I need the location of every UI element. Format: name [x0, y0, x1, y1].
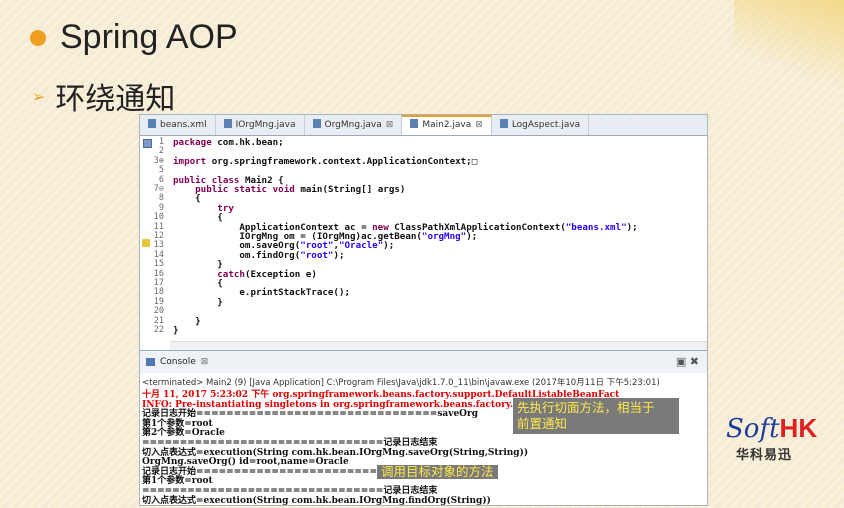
callout-before-advice: 先执行切面方法，相当于 前置通知 — [513, 398, 679, 434]
java-file-icon — [499, 119, 508, 128]
console-tab-label: Console — [160, 357, 196, 367]
tab-orgmng-java[interactable]: OrgMng.java ⊠ — [305, 115, 403, 135]
tab-beans-xml[interactable]: beans.xml — [140, 115, 216, 135]
code-text: } — [173, 325, 179, 336]
tab-label: Main2.java — [422, 120, 472, 130]
eclipse-screenshot: beans.xml IOrgMng.java OrgMng.java ⊠ Main… — [139, 114, 708, 506]
callout-line: 前置通知 — [517, 416, 568, 431]
xml-file-icon — [148, 119, 156, 128]
tab-logaspect-java[interactable]: LogAspect.java — [492, 115, 590, 135]
tab-label: IOrgMng.java — [235, 120, 296, 130]
slide-title-row: Spring AOP — [30, 18, 238, 57]
java-file-icon — [223, 119, 232, 128]
close-icon[interactable]: ⊠ — [386, 120, 394, 130]
line-number: 22 — [153, 325, 164, 335]
code-text: public static void main(String[] args) — [195, 184, 406, 195]
logo-soft-text: Soft — [726, 414, 780, 444]
callout-line: 先执行切面方法，相当于 — [517, 400, 655, 415]
tab-label: OrgMng.java — [324, 120, 382, 130]
code-text: import org.springframework.context.Appli… — [173, 155, 478, 167]
slide-subtitle: 环绕通知 — [55, 82, 176, 117]
slide-subtitle-row: ➢ 环绕通知 — [32, 74, 175, 118]
code-text: } — [173, 296, 223, 308]
code-editor[interactable]: 1 package com.hk.bean; 2 3⊕ import org.sprin… — [140, 136, 707, 350]
console-icon — [146, 358, 155, 366]
editor-tab-bar: beans.xml IOrgMng.java OrgMng.java ⊠ Main… — [140, 115, 707, 136]
bullet-dot-icon — [30, 29, 46, 46]
console-output: 十月 11, 2017 5:23:02 下午 org.springframewo… — [140, 390, 707, 505]
tab-label: LogAspect.java — [511, 120, 581, 130]
close-icon[interactable]: ⊠ — [475, 120, 483, 130]
horizontal-scrollbar[interactable] — [170, 341, 707, 350]
java-file-icon — [312, 119, 321, 128]
tab-iorgmng-java[interactable]: IOrgMng.java — [216, 115, 305, 135]
code-text: package com.hk.bean; — [173, 137, 284, 148]
close-icon[interactable]: ⊠ — [201, 357, 209, 367]
logo-chinese-text: 华科易迅 — [736, 448, 793, 463]
tab-label: beans.xml — [160, 120, 207, 130]
corner-decoration — [734, 0, 844, 90]
callout-target-method: 调用目标对象的方法 — [377, 465, 498, 479]
slide-title: Spring AOP — [60, 18, 238, 56]
tab-main2-java[interactable]: Main2.java ⊠ — [402, 115, 492, 135]
terminated-status: <terminated> Main2 (9) [Java Application… — [140, 373, 707, 391]
console-toolbar[interactable]: ▣ ✖ — [676, 355, 699, 368]
softhk-logo: SoftHK 华科易迅 — [726, 413, 817, 463]
logo-hk-text: HK — [779, 413, 818, 443]
bullet-arrow-icon: ➢ — [32, 86, 46, 106]
console-tab[interactable]: Console ⊠ ▣ ✖ — [140, 350, 707, 373]
java-file-icon — [410, 119, 419, 128]
